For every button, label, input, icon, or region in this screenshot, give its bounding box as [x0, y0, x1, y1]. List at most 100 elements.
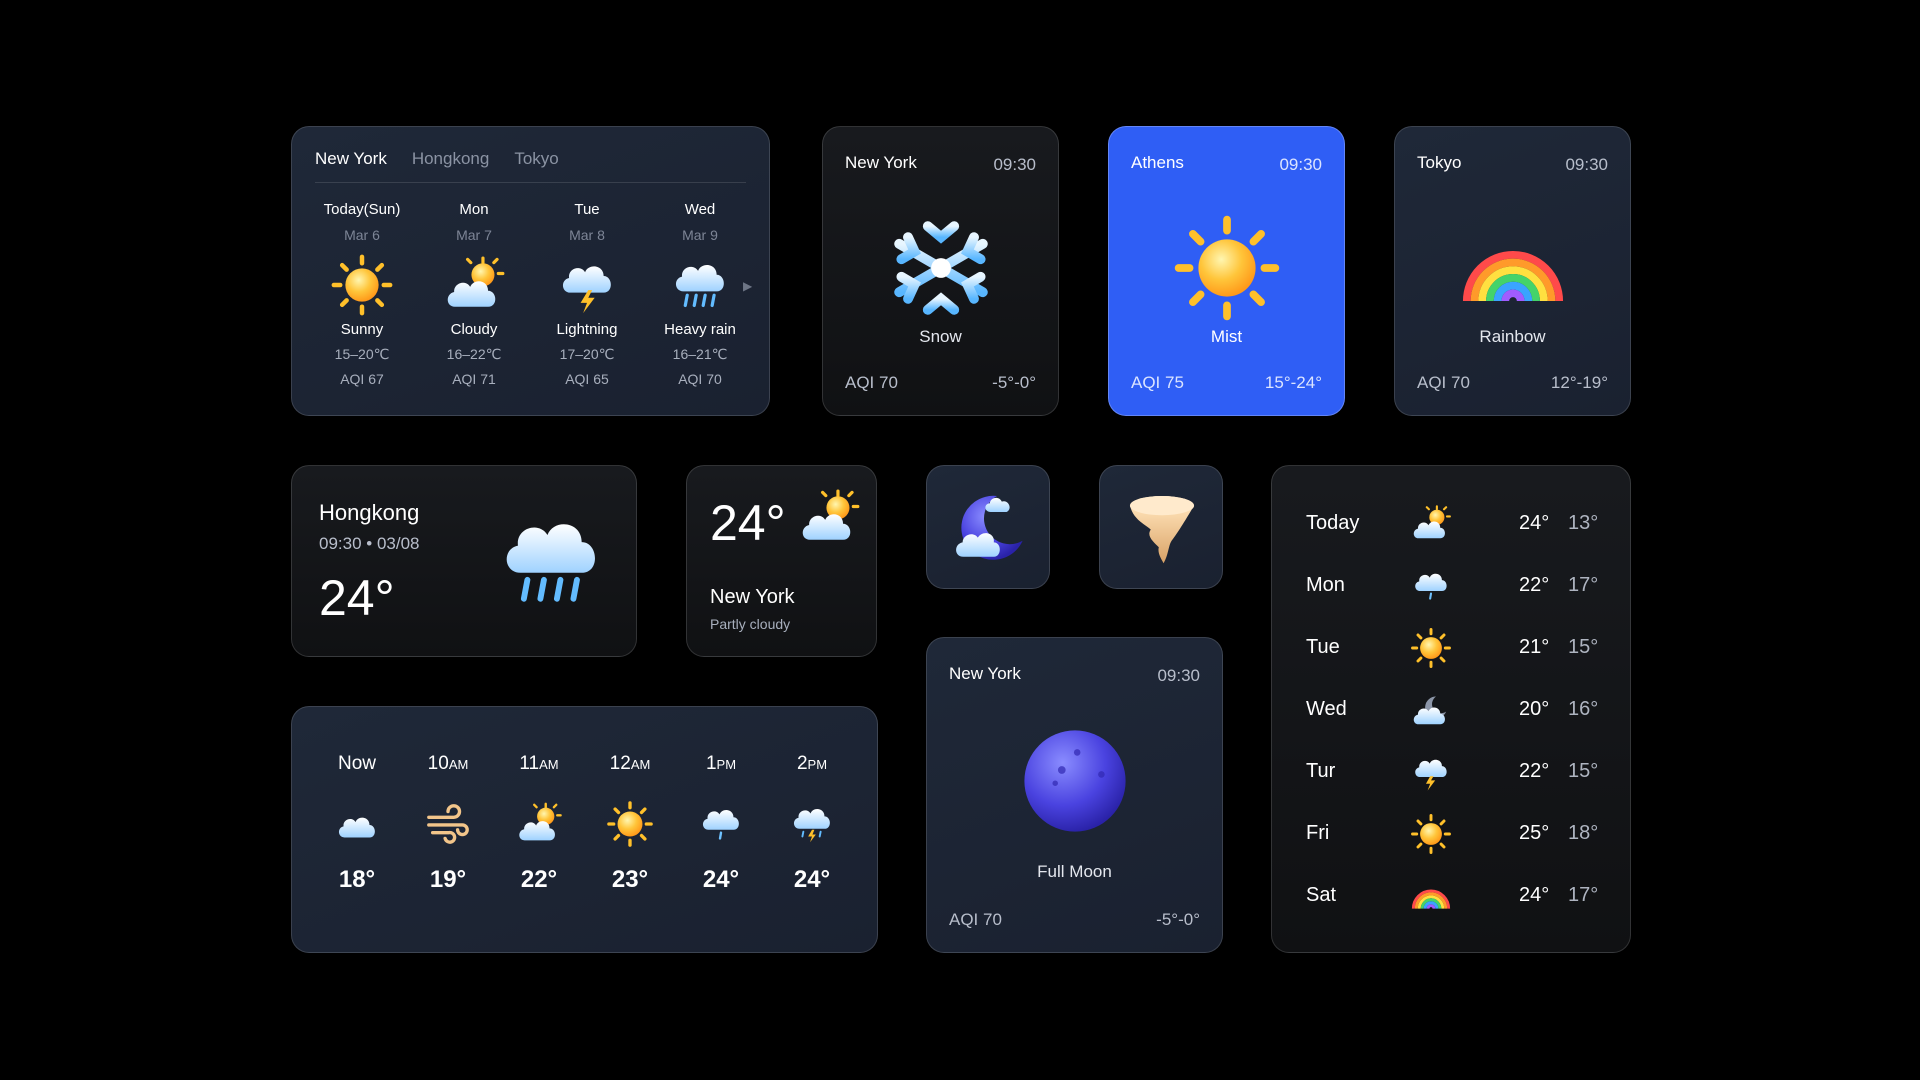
condition-label: Mist: [1210, 327, 1243, 346]
hour-item: 1PM 24°: [681, 753, 761, 894]
city-tabs: New York Hongkong Tokyo: [315, 149, 559, 169]
temp-range: -5°-0°: [1156, 910, 1200, 929]
day-date: Mar 9: [682, 227, 718, 243]
cloudy-night-icon: [1413, 696, 1447, 725]
aqi-label: AQI 75: [1131, 373, 1184, 392]
rain-cloud-icon: [492, 502, 610, 620]
time-label: 09:30: [1279, 155, 1322, 174]
week-day: Tue: [1306, 636, 1340, 658]
hour-item: Now 18°: [317, 753, 397, 894]
week-high: 20°: [1519, 698, 1550, 720]
condition-label: Rainbow: [1479, 327, 1546, 346]
forecast-day: Wed Mar 9 Heavy rain 16–21℃ AQI 70: [645, 201, 755, 387]
day-aqi: AQI 71: [452, 371, 496, 387]
city-card-hongkong[interactable]: Hongkong 09:30 • 03/08 24°: [291, 465, 637, 657]
week-row: Sat 24° 17°: [1272, 871, 1630, 919]
temp-range: 15°-24°: [1264, 373, 1322, 392]
hour-label: 12AM: [609, 753, 651, 774]
condition-label: Partly cloudy: [710, 616, 791, 632]
time-label: 09:30: [1565, 155, 1608, 174]
hour-label: Now: [337, 753, 376, 774]
day-temp-range: 16–22℃: [446, 346, 502, 362]
day-aqi: AQI 70: [678, 371, 722, 387]
forecast-day: Today(Sun) Mar 6 Sunny 15–20℃ AQI 67: [307, 201, 417, 387]
city-card-partly-cloudy[interactable]: 24° New York Partly cloudy: [686, 465, 877, 657]
temp-range: -5°-0°: [992, 373, 1036, 392]
current-temp: 24°: [710, 495, 786, 551]
day-aqi: AQI 67: [340, 371, 384, 387]
weekly-forecast-card: Today 24° 13° Mon 22° 17° Tue 21° 15° We…: [1271, 465, 1631, 953]
city-name: New York: [845, 153, 917, 172]
city-name: Hongkong: [319, 500, 420, 525]
forecast-card: New York Hongkong Tokyo Today(Sun) Mar 6…: [291, 126, 770, 416]
tab-new-york[interactable]: New York: [315, 149, 387, 169]
city-card-athens[interactable]: Athens 09:30 Mist AQI 75 15°-24°: [1108, 126, 1345, 416]
hour-temp: 23°: [611, 866, 649, 893]
city-name: New York: [949, 664, 1021, 683]
thunder-icon: [1415, 759, 1447, 791]
week-day: Sat: [1306, 884, 1337, 906]
week-low: 17°: [1568, 884, 1599, 906]
week-high: 25°: [1519, 822, 1550, 844]
temp-range: 12°-19°: [1550, 373, 1608, 392]
week-low: 15°: [1568, 760, 1599, 782]
tabs-divider: [315, 182, 746, 183]
city-name: Tokyo: [1417, 153, 1462, 172]
week-high: 22°: [1519, 760, 1550, 782]
day-condition: Cloudy: [450, 321, 498, 338]
crescent-moon-cloud-icon: [956, 495, 1023, 560]
hour-label: 2PM: [796, 753, 828, 774]
hour-label: 10AM: [427, 753, 469, 774]
day-temp-range: 16–21℃: [672, 346, 728, 362]
hourly-forecast-card: Now 18° 10AM 19° 11AM 22° 12AM 23° 1PM 2…: [291, 706, 878, 953]
day-name: Mon: [459, 201, 489, 218]
city-card-full-moon[interactable]: New York 09:30 Full Moon AQI 70 -5°-0°: [926, 637, 1223, 953]
week-day: Fri: [1306, 822, 1330, 844]
partly-cloudy-icon: [518, 802, 562, 842]
day-temp-range: 17–20℃: [559, 346, 615, 362]
week-low: 18°: [1568, 822, 1599, 844]
rainbow-icon: [1411, 889, 1451, 911]
day-condition: Heavy rain: [664, 321, 736, 338]
hour-temp: 24°: [702, 866, 740, 893]
lightning-icon: [562, 266, 611, 314]
week-low: 15°: [1568, 636, 1599, 658]
city-name: Athens: [1131, 153, 1184, 172]
city-card-new-york[interactable]: New York 09:30 Snow AQI 70 -5°-0°: [822, 126, 1059, 416]
time-label: 09:30: [1157, 666, 1200, 685]
sun-icon: [1172, 213, 1282, 323]
week-low: 17°: [1568, 574, 1599, 596]
tab-tokyo[interactable]: Tokyo: [514, 149, 558, 169]
week-high: 21°: [1519, 636, 1550, 658]
day-aqi: AQI 65: [565, 371, 609, 387]
rainbow-icon: [1458, 213, 1568, 323]
crescent-moon-tile[interactable]: [926, 465, 1050, 589]
partly-cloudy-icon: [446, 256, 505, 309]
day-date: Mar 7: [456, 227, 492, 243]
week-high: 24°: [1519, 512, 1550, 534]
week-row: Tue 21° 15°: [1272, 623, 1630, 671]
time-date-label: 09:30 • 03/08: [319, 534, 420, 553]
full-moon-icon: [1023, 730, 1126, 832]
sun-icon: [1411, 628, 1451, 668]
tornado-tile[interactable]: [1099, 465, 1223, 589]
week-day: Mon: [1306, 574, 1345, 596]
hour-item: 10AM 19°: [408, 753, 488, 894]
snowflake-icon: [886, 213, 996, 323]
city-card-tokyo[interactable]: Tokyo 09:30 Rainbow AQI 70 12°-19°: [1394, 126, 1631, 416]
day-name: Today(Sun): [323, 201, 401, 218]
aqi-label: AQI 70: [1417, 373, 1470, 392]
current-temp: 24°: [319, 570, 395, 626]
sunny-icon: [330, 253, 394, 317]
cloud-icon: [338, 817, 375, 838]
week-high: 24°: [1519, 884, 1550, 906]
hour-item: 11AM 22°: [499, 753, 579, 894]
week-row: Fri 25° 18°: [1272, 809, 1630, 857]
forecast-day: Tue Mar 8 Lightning 17–20℃ AQI 65: [532, 201, 642, 387]
week-day: Today: [1306, 512, 1360, 534]
week-row: Today 24° 13°: [1272, 499, 1630, 547]
week-day: Wed: [1306, 698, 1347, 720]
next-arrow-icon[interactable]: ▶: [743, 279, 752, 293]
tab-hongkong[interactable]: Hongkong: [412, 149, 490, 169]
rain-icon: [1414, 572, 1448, 600]
